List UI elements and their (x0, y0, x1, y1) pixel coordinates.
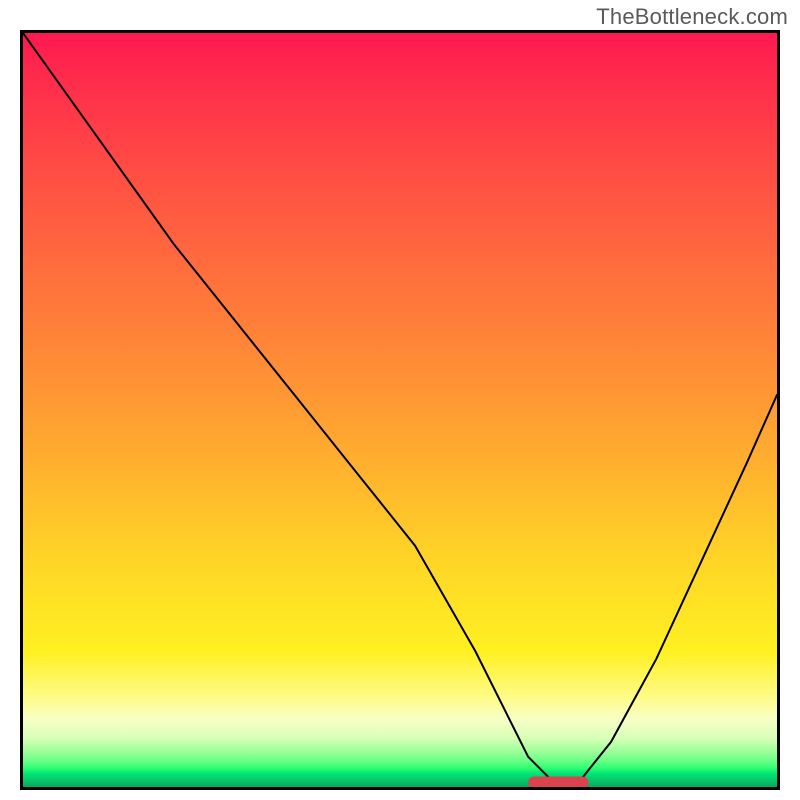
watermark-label: TheBottleneck.com (596, 4, 788, 30)
plot-area (20, 30, 780, 790)
valley-marker (528, 776, 588, 788)
bottleneck-curve-path (23, 33, 777, 779)
chart-stage: TheBottleneck.com (0, 0, 800, 800)
curve-layer (23, 33, 777, 787)
